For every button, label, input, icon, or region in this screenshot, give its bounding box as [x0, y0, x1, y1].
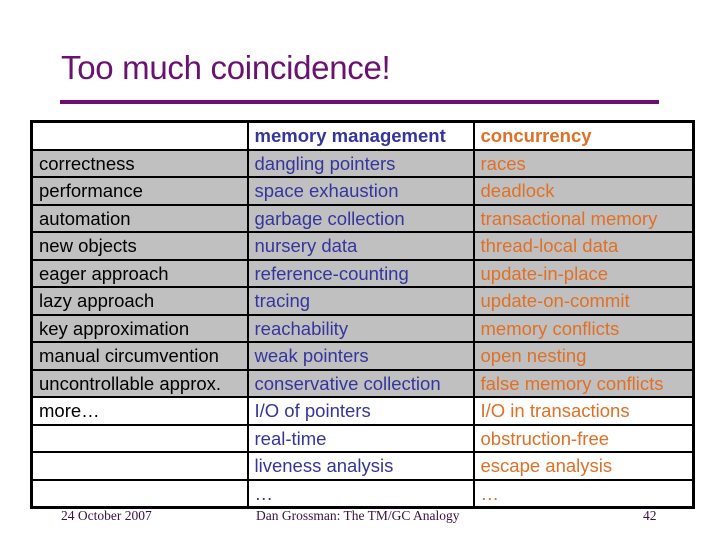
- memory-management-cell: reachability: [246, 313, 475, 343]
- concurrency-cell: false memory conflicts: [472, 368, 695, 398]
- memory-management-cell: dangling pointers: [246, 148, 475, 178]
- table-row: performance space exhaustion deadlock: [30, 176, 695, 206]
- aspect-cell: new objects: [30, 231, 249, 261]
- concurrency-cell: update-in-place: [472, 258, 695, 288]
- slide-title: Too much coincidence!: [61, 49, 391, 86]
- aspect-cell: more…: [30, 396, 249, 426]
- table-row: new objects nursery data thread-local data: [30, 231, 695, 261]
- footer-date: 24 October 2007: [61, 508, 152, 523]
- concurrency-cell: deadlock: [472, 176, 695, 206]
- memory-management-cell: I/O of pointers: [246, 396, 475, 426]
- header-memory-management: memory management: [246, 120, 475, 151]
- concurrency-cell: open nesting: [472, 341, 695, 371]
- title-underline: [60, 100, 659, 104]
- memory-management-cell: liveness analysis: [246, 451, 475, 481]
- concurrency-cell: races: [472, 148, 695, 178]
- memory-management-cell: …: [246, 478, 475, 509]
- table-row: automation garbage collection transactiona…: [30, 203, 695, 233]
- concurrency-cell: update-on-commit: [472, 286, 695, 316]
- table-row: ……: [30, 478, 695, 509]
- concurrency-cell: obstruction-free: [472, 423, 695, 453]
- aspect-cell: [30, 478, 249, 509]
- table-row: manual circumvention weak pointers open ne…: [30, 341, 695, 371]
- aspect-cell: manual circumvention: [30, 341, 249, 371]
- table-row: uncontrollable approx. conservative colle…: [30, 368, 695, 398]
- table-row: liveness analysis escape analysis: [30, 451, 695, 481]
- header-concurrency: concurrency: [472, 120, 695, 151]
- aspect-cell: [30, 423, 249, 453]
- memory-management-cell: real-time: [246, 423, 475, 453]
- aspect-cell: [30, 451, 249, 481]
- memory-management-cell: nursery data: [246, 231, 475, 261]
- aspect-cell: lazy approach: [30, 286, 249, 316]
- concurrency-cell: …: [472, 478, 695, 509]
- table-row: lazy approach tracing update-on-commit: [30, 286, 695, 316]
- memory-management-cell: conservative collection: [246, 368, 475, 398]
- memory-management-cell: garbage collection: [246, 203, 475, 233]
- aspect-cell: performance: [30, 176, 249, 206]
- aspect-cell: eager approach: [30, 258, 249, 288]
- aspect-cell: automation: [30, 203, 249, 233]
- memory-management-cell: reference-counting: [246, 258, 475, 288]
- concurrency-cell: memory conflicts: [472, 313, 695, 343]
- concurrency-cell: I/O in transactions: [472, 396, 695, 426]
- header-aspect: [30, 120, 249, 151]
- concurrency-cell: escape analysis: [472, 451, 695, 481]
- memory-management-cell: space exhaustion: [246, 176, 475, 206]
- footer-page-number: 42: [643, 508, 657, 523]
- memory-management-cell: weak pointers: [246, 341, 475, 371]
- footer-presentation-title: Dan Grossman: The TM/GC Analogy: [256, 508, 460, 523]
- table-row: more… I/O of pointers I/O in transactions: [30, 396, 695, 426]
- table-row: key approximation reachability memory conf…: [30, 313, 695, 343]
- aspect-cell: uncontrollable approx.: [30, 368, 249, 398]
- analogy-table: memory management concurrency correctnes…: [30, 120, 695, 509]
- table-row: correctness dangling pointers races: [30, 148, 695, 178]
- aspect-cell: key approximation: [30, 313, 249, 343]
- table-row: eager approach reference-counting update-i…: [30, 258, 695, 288]
- concurrency-cell: transactional memory: [472, 203, 695, 233]
- concurrency-cell: thread-local data: [472, 231, 695, 261]
- aspect-cell: correctness: [30, 148, 249, 178]
- table-header-row: memory management concurrency: [30, 120, 695, 151]
- memory-management-cell: tracing: [246, 286, 475, 316]
- table-row: real-time obstruction-free: [30, 423, 695, 453]
